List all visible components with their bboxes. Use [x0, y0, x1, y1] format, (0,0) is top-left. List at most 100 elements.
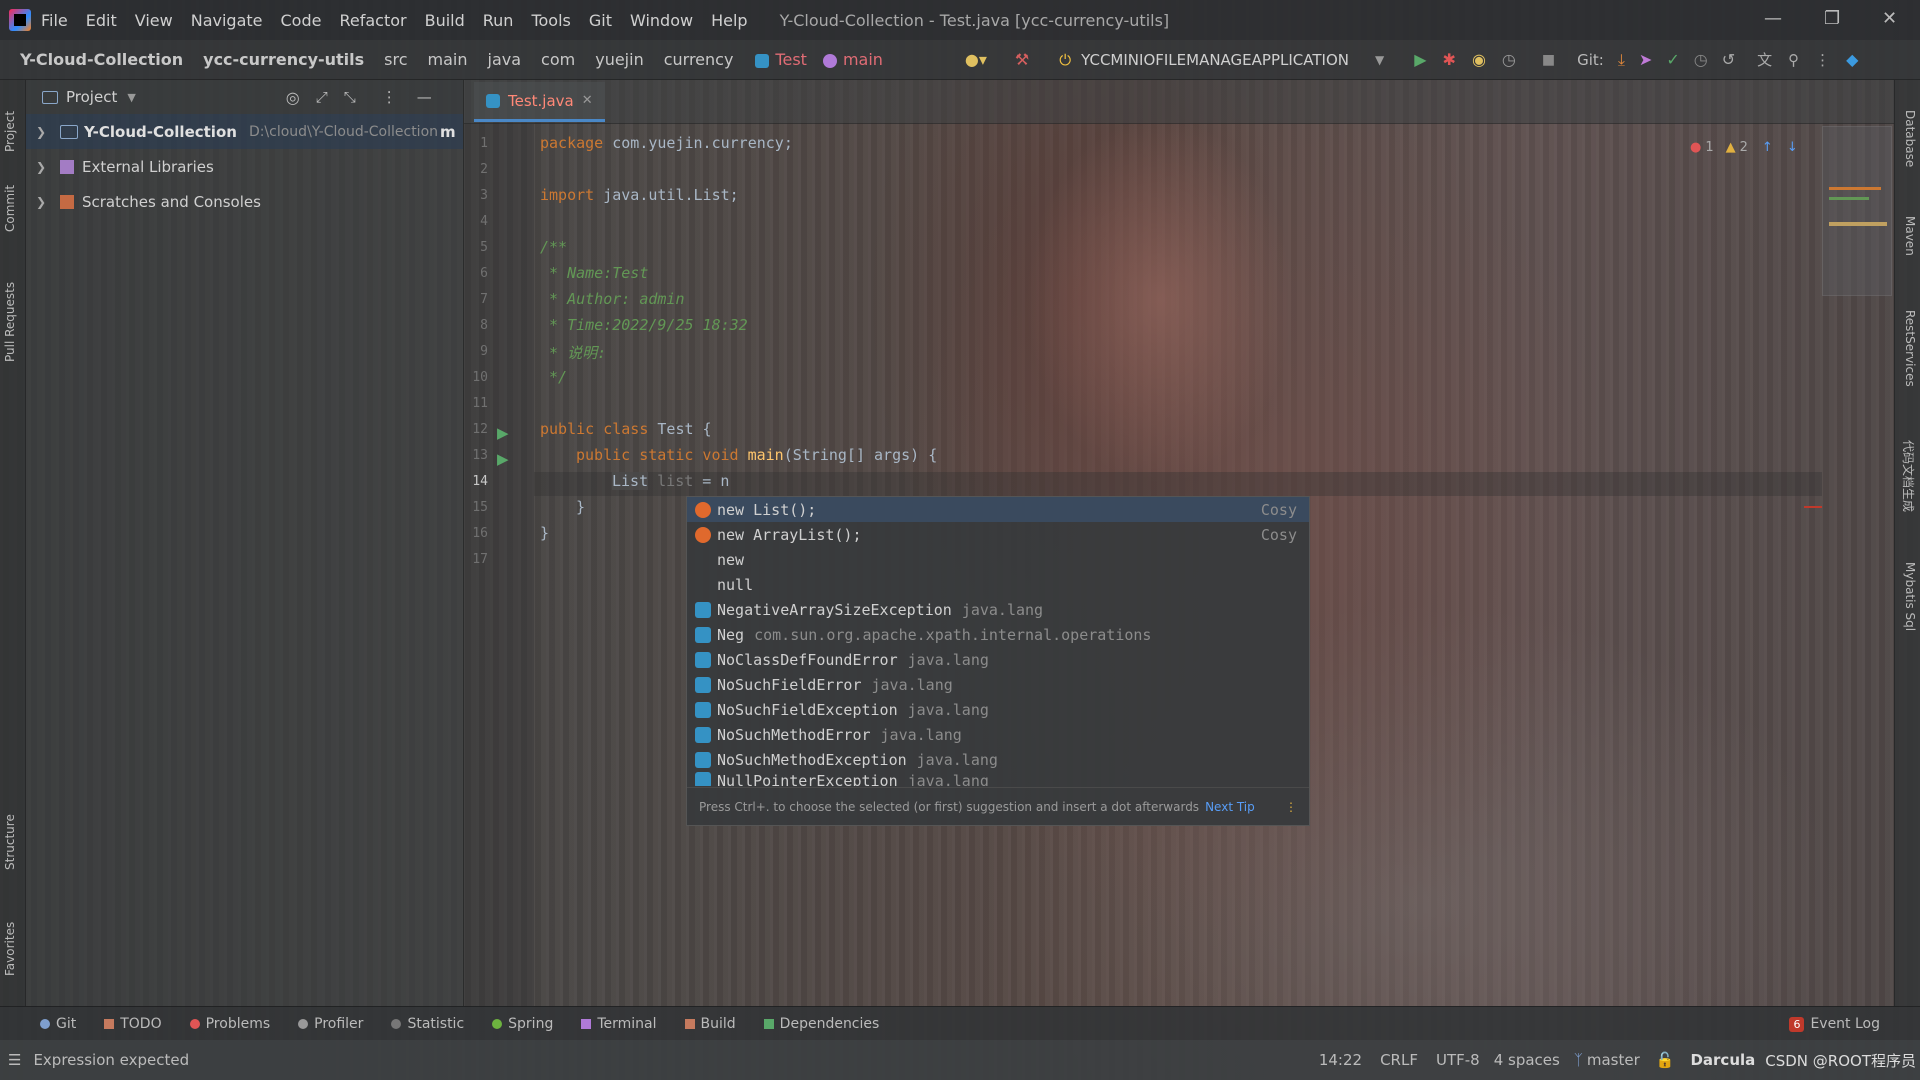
- tab-pull-requests[interactable]: Pull Requests: [3, 282, 17, 362]
- tab-build[interactable]: Build: [684, 1016, 736, 1032]
- chevron-right-icon[interactable]: ❯: [36, 125, 54, 139]
- completion-item[interactable]: NullPointerException java.lang: [687, 772, 1309, 786]
- completion-item[interactable]: NoSuchFieldError java.lang: [687, 672, 1309, 697]
- tab-dependencies[interactable]: Dependencies: [763, 1016, 879, 1032]
- profile-icon[interactable]: ◷: [1502, 50, 1516, 69]
- tab-commit[interactable]: Commit: [3, 185, 17, 232]
- breadcrumb-currency[interactable]: currency: [664, 50, 734, 69]
- event-log-button[interactable]: 6 Event Log: [1789, 1016, 1880, 1032]
- inspection-widget[interactable]: ● 1 ▲ 2 ↑ ↓: [1690, 140, 1798, 155]
- tab-favorites[interactable]: Favorites: [3, 922, 17, 976]
- chevron-right-icon[interactable]: ❯: [36, 195, 54, 209]
- run-class-gutter-icon[interactable]: ▶: [497, 424, 509, 442]
- close-tab-icon[interactable]: ✕: [582, 93, 593, 108]
- run-icon[interactable]: ▶: [1414, 50, 1426, 69]
- collapse-all-icon[interactable]: ⤡: [344, 88, 356, 106]
- users-icon[interactable]: ●▾: [965, 50, 987, 69]
- chevron-down-icon[interactable]: ▼: [127, 91, 135, 104]
- breadcrumb-project[interactable]: Y-Cloud-Collection: [20, 50, 183, 69]
- completion-item[interactable]: new ArrayList(); Cosy: [687, 522, 1309, 547]
- hide-panel-icon[interactable]: —: [417, 88, 432, 106]
- lock-icon[interactable]: 🔓: [1656, 1051, 1675, 1069]
- next-highlight-icon[interactable]: ↓: [1787, 140, 1798, 155]
- breadcrumb-main[interactable]: main: [428, 50, 468, 69]
- tab-profiler[interactable]: Profiler: [298, 1016, 363, 1032]
- plugin-icon[interactable]: ◆: [1846, 50, 1858, 69]
- menu-build[interactable]: Build: [425, 11, 465, 30]
- breadcrumb-module[interactable]: ycc-currency-utils: [203, 50, 364, 69]
- run-method-gutter-icon[interactable]: ▶: [497, 450, 509, 468]
- tab-statistic[interactable]: Statistic: [391, 1016, 464, 1032]
- project-view-select[interactable]: Project: [66, 88, 117, 106]
- coverage-icon[interactable]: ◉: [1472, 50, 1486, 69]
- theme-name[interactable]: Darcula: [1690, 1051, 1755, 1069]
- git-update-icon[interactable]: ⤓: [1618, 50, 1625, 70]
- completion-item[interactable]: NegativeArraySizeException java.lang: [687, 597, 1309, 622]
- menu-file[interactable]: File: [41, 11, 68, 30]
- debug-icon[interactable]: ✱: [1443, 50, 1456, 69]
- tab-database[interactable]: Database: [1903, 110, 1917, 167]
- tab-terminal[interactable]: Terminal: [581, 1016, 657, 1032]
- close-icon[interactable]: ✕: [1882, 8, 1897, 29]
- code-completion-popup[interactable]: new List(); Cosy new ArrayList(); Cosy new…: [686, 496, 1310, 826]
- line-separator[interactable]: CRLF: [1380, 1051, 1418, 1069]
- menu-refactor[interactable]: Refactor: [339, 11, 406, 30]
- menu-window[interactable]: Window: [630, 11, 693, 30]
- caret-position[interactable]: 14:22: [1319, 1051, 1362, 1069]
- tab-doc-generator[interactable]: 代码文档生成: [1900, 440, 1917, 512]
- completion-item[interactable]: new: [687, 547, 1309, 572]
- hammer-icon[interactable]: ⚒: [1015, 50, 1029, 69]
- more-vertical-icon[interactable]: ⋮: [1815, 51, 1830, 69]
- completion-item[interactable]: null: [687, 572, 1309, 597]
- menu-git[interactable]: Git: [589, 11, 612, 30]
- options-icon[interactable]: ⋮: [382, 88, 397, 106]
- tab-rest-services[interactable]: RestServices: [1903, 310, 1917, 387]
- tree-item-external-libraries[interactable]: ❯ External Libraries: [26, 149, 463, 184]
- run-configuration-select[interactable]: YCCMINIOFILEMANAGEAPPLICATION: [1081, 51, 1349, 69]
- breadcrumb-src[interactable]: src: [384, 50, 407, 69]
- minimize-icon[interactable]: —: [1764, 8, 1782, 29]
- breadcrumb-method[interactable]: main: [822, 50, 883, 69]
- tab-maven[interactable]: Maven: [1903, 216, 1917, 256]
- previous-highlight-icon[interactable]: ↑: [1762, 140, 1773, 155]
- tree-item-scratches[interactable]: ❯ Scratches and Consoles: [26, 184, 463, 219]
- intellij-logo-icon[interactable]: [9, 9, 31, 31]
- tree-item-project-root[interactable]: ❯ Y-Cloud-Collection D:\cloud\Y-Cloud-Co…: [26, 114, 463, 149]
- git-commit-icon[interactable]: ✓: [1666, 50, 1679, 69]
- history-icon[interactable]: ◷: [1694, 50, 1708, 69]
- stop-icon[interactable]: ■: [1542, 52, 1555, 68]
- translate-icon[interactable]: 文: [1757, 49, 1772, 70]
- chevron-down-icon[interactable]: ▼: [1375, 53, 1384, 67]
- tab-git[interactable]: Git: [40, 1016, 76, 1032]
- file-encoding[interactable]: UTF-8: [1436, 1051, 1480, 1069]
- completion-item[interactable]: NoSuchMethodError java.lang: [687, 722, 1309, 747]
- completion-item[interactable]: new List(); Cosy: [687, 497, 1309, 522]
- tab-todo[interactable]: TODO: [104, 1016, 162, 1032]
- tab-test-java[interactable]: Test.java ✕: [474, 82, 605, 122]
- menu-edit[interactable]: Edit: [86, 11, 117, 30]
- breadcrumb-java[interactable]: java: [488, 50, 522, 69]
- breadcrumb-com[interactable]: com: [541, 50, 575, 69]
- completion-item[interactable]: NoClassDefFoundError java.lang: [687, 647, 1309, 672]
- git-push-icon[interactable]: ➤: [1639, 50, 1652, 69]
- rollback-icon[interactable]: ↺: [1722, 50, 1735, 69]
- more-vertical-icon[interactable]: ⋮: [1285, 800, 1297, 814]
- restore-icon[interactable]: ❐: [1824, 8, 1840, 29]
- tab-project[interactable]: Project: [3, 111, 17, 152]
- breadcrumb-yuejin[interactable]: yuejin: [595, 50, 643, 69]
- code-minimap[interactable]: [1822, 126, 1892, 296]
- chevron-right-icon[interactable]: ❯: [36, 160, 54, 174]
- git-branch[interactable]: master: [1587, 1051, 1640, 1069]
- next-tip-link[interactable]: Next Tip: [1205, 800, 1255, 814]
- menu-navigate[interactable]: Navigate: [191, 11, 263, 30]
- menu-help[interactable]: Help: [711, 11, 747, 30]
- error-stripe-marker[interactable]: [1804, 506, 1822, 508]
- menu-code[interactable]: Code: [281, 11, 322, 30]
- menu-view[interactable]: View: [135, 11, 173, 30]
- indent-setting[interactable]: 4 spaces: [1494, 1051, 1560, 1069]
- tab-problems[interactable]: Problems: [189, 1016, 270, 1032]
- expand-all-icon[interactable]: ⤢: [316, 88, 328, 106]
- breadcrumb-class[interactable]: Test: [755, 50, 807, 69]
- search-icon[interactable]: ⚲: [1788, 51, 1799, 69]
- layers-icon[interactable]: ☰: [8, 1051, 21, 1069]
